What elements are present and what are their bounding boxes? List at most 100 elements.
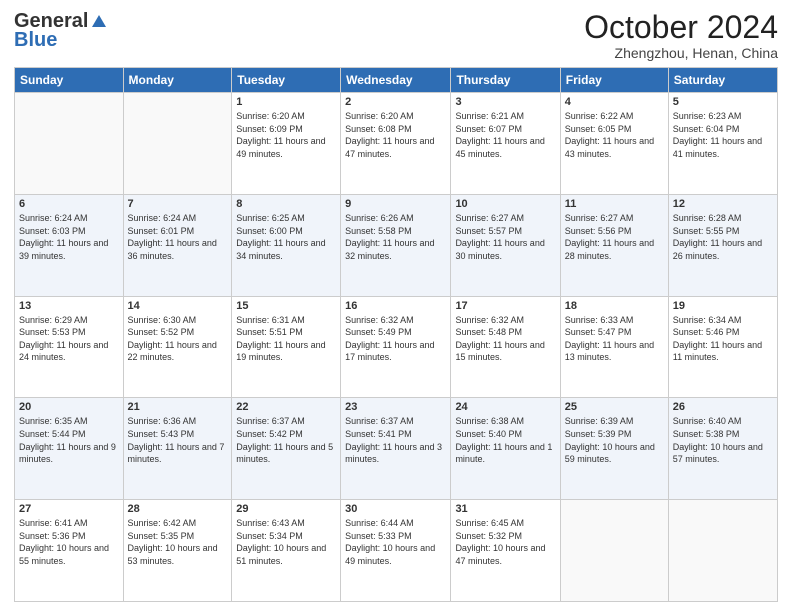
day-number: 11 xyxy=(565,198,664,210)
day-number: 24 xyxy=(455,401,555,413)
day-number: 20 xyxy=(19,401,119,413)
calendar-cell: 23 Sunrise: 6:37 AMSunset: 5:41 PMDayligh… xyxy=(341,398,451,500)
calendar-cell: 7 Sunrise: 6:24 AMSunset: 6:01 PMDaylight… xyxy=(123,194,232,296)
week-row-2: 6 Sunrise: 6:24 AMSunset: 6:03 PMDaylight… xyxy=(15,194,778,296)
day-number: 22 xyxy=(236,401,336,413)
day-number: 6 xyxy=(19,198,119,210)
day-number: 23 xyxy=(345,401,446,413)
day-number: 12 xyxy=(673,198,773,210)
day-info: Sunrise: 6:28 AMSunset: 5:55 PMDaylight:… xyxy=(673,212,773,262)
day-number: 3 xyxy=(455,96,555,108)
page-container: General Blue October 2024 Zhengzhou, Hen… xyxy=(0,0,792,612)
week-row-4: 20Sunrise: 6:35 AMSunset: 5:44 PMDayligh… xyxy=(15,398,778,500)
calendar-cell: 3 Sunrise: 6:21 AMSunset: 6:07 PMDaylight… xyxy=(451,93,560,195)
day-number: 16 xyxy=(345,300,446,312)
day-info: Sunrise: 6:23 AMSunset: 6:04 PMDaylight:… xyxy=(673,110,773,160)
calendar-cell: 25Sunrise: 6:39 AMSunset: 5:39 PMDayligh… xyxy=(560,398,668,500)
calendar-cell: 30 Sunrise: 6:44 AMSunset: 5:33 PMDayligh… xyxy=(341,500,451,602)
day-info: Sunrise: 6:24 AMSunset: 6:01 PMDaylight:… xyxy=(128,212,228,262)
weekday-header-thursday: Thursday xyxy=(451,68,560,93)
day-info: Sunrise: 6:20 AMSunset: 6:08 PMDaylight:… xyxy=(345,110,446,160)
day-info: Sunrise: 6:27 AMSunset: 5:57 PMDaylight:… xyxy=(455,212,555,262)
calendar-cell: 13 Sunrise: 6:29 AMSunset: 5:53 PMDayligh… xyxy=(15,296,124,398)
weekday-header-saturday: Saturday xyxy=(668,68,777,93)
day-info: Sunrise: 6:44 AMSunset: 5:33 PMDaylight:… xyxy=(345,517,446,567)
day-number: 14 xyxy=(128,300,228,312)
day-number: 18 xyxy=(565,300,664,312)
day-info: Sunrise: 6:30 AMSunset: 5:52 PMDaylight:… xyxy=(128,314,228,364)
week-row-5: 27Sunrise: 6:41 AMSunset: 5:36 PMDayligh… xyxy=(15,500,778,602)
week-row-1: 1 Sunrise: 6:20 AMSunset: 6:09 PMDaylight… xyxy=(15,93,778,195)
logo-blue: Blue xyxy=(14,29,57,52)
day-info: Sunrise: 6:32 AMSunset: 5:48 PMDaylight:… xyxy=(455,314,555,364)
calendar-cell: 1 Sunrise: 6:20 AMSunset: 6:09 PMDaylight… xyxy=(232,93,341,195)
calendar-cell: 15Sunrise: 6:31 AMSunset: 5:51 PMDayligh… xyxy=(232,296,341,398)
day-info: Sunrise: 6:36 AMSunset: 5:43 PMDaylight:… xyxy=(128,415,228,465)
weekday-header-sunday: Sunday xyxy=(15,68,124,93)
day-info: Sunrise: 6:32 AMSunset: 5:49 PMDaylight:… xyxy=(345,314,446,364)
day-info: Sunrise: 6:25 AMSunset: 6:00 PMDaylight:… xyxy=(236,212,336,262)
calendar-cell xyxy=(15,93,124,195)
week-row-3: 13 Sunrise: 6:29 AMSunset: 5:53 PMDayligh… xyxy=(15,296,778,398)
calendar-cell xyxy=(560,500,668,602)
calendar-cell: 20Sunrise: 6:35 AMSunset: 5:44 PMDayligh… xyxy=(15,398,124,500)
day-info: Sunrise: 6:21 AMSunset: 6:07 PMDaylight:… xyxy=(455,110,555,160)
calendar-cell: 21 Sunrise: 6:36 AMSunset: 5:43 PMDayligh… xyxy=(123,398,232,500)
calendar-cell xyxy=(668,500,777,602)
day-info: Sunrise: 6:29 AMSunset: 5:53 PMDaylight:… xyxy=(19,314,119,364)
day-info: Sunrise: 6:40 AMSunset: 5:38 PMDaylight:… xyxy=(673,415,773,465)
weekday-header-wednesday: Wednesday xyxy=(341,68,451,93)
day-info: Sunrise: 6:20 AMSunset: 6:09 PMDaylight:… xyxy=(236,110,336,160)
calendar-cell: 17 Sunrise: 6:32 AMSunset: 5:48 PMDayligh… xyxy=(451,296,560,398)
calendar-cell: 12 Sunrise: 6:28 AMSunset: 5:55 PMDayligh… xyxy=(668,194,777,296)
day-info: Sunrise: 6:37 AMSunset: 5:41 PMDaylight:… xyxy=(345,415,446,465)
day-info: Sunrise: 6:42 AMSunset: 5:35 PMDaylight:… xyxy=(128,517,228,567)
weekday-header-tuesday: Tuesday xyxy=(232,68,341,93)
day-number: 21 xyxy=(128,401,228,413)
calendar-cell xyxy=(123,93,232,195)
day-info: Sunrise: 6:37 AMSunset: 5:42 PMDaylight:… xyxy=(236,415,336,465)
day-info: Sunrise: 6:31 AMSunset: 5:51 PMDaylight:… xyxy=(236,314,336,364)
weekday-header-monday: Monday xyxy=(123,68,232,93)
day-number: 13 xyxy=(19,300,119,312)
calendar-cell: 6 Sunrise: 6:24 AMSunset: 6:03 PMDaylight… xyxy=(15,194,124,296)
calendar-cell: 10 Sunrise: 6:27 AMSunset: 5:57 PMDayligh… xyxy=(451,194,560,296)
day-number: 10 xyxy=(455,198,555,210)
day-number: 2 xyxy=(345,96,446,108)
day-number: 5 xyxy=(673,96,773,108)
day-number: 1 xyxy=(236,96,336,108)
day-number: 27 xyxy=(19,503,119,515)
calendar-cell: 22 Sunrise: 6:37 AMSunset: 5:42 PMDayligh… xyxy=(232,398,341,500)
day-number: 28 xyxy=(128,503,228,515)
day-info: Sunrise: 6:22 AMSunset: 6:05 PMDaylight:… xyxy=(565,110,664,160)
title-block: October 2024 Zhengzhou, Henan, China xyxy=(584,10,778,61)
day-info: Sunrise: 6:26 AMSunset: 5:58 PMDaylight:… xyxy=(345,212,446,262)
day-info: Sunrise: 6:33 AMSunset: 5:47 PMDaylight:… xyxy=(565,314,664,364)
header: General Blue October 2024 Zhengzhou, Hen… xyxy=(14,10,778,61)
day-number: 19 xyxy=(673,300,773,312)
calendar-cell: 19Sunrise: 6:34 AMSunset: 5:46 PMDayligh… xyxy=(668,296,777,398)
day-number: 26 xyxy=(673,401,773,413)
location-subtitle: Zhengzhou, Henan, China xyxy=(584,45,778,61)
calendar-cell: 2 Sunrise: 6:20 AMSunset: 6:08 PMDaylight… xyxy=(341,93,451,195)
day-info: Sunrise: 6:39 AMSunset: 5:39 PMDaylight:… xyxy=(565,415,664,465)
day-number: 4 xyxy=(565,96,664,108)
day-number: 30 xyxy=(345,503,446,515)
day-info: Sunrise: 6:38 AMSunset: 5:40 PMDaylight:… xyxy=(455,415,555,465)
calendar-cell: 4 Sunrise: 6:22 AMSunset: 6:05 PMDaylight… xyxy=(560,93,668,195)
calendar-cell: 31Sunrise: 6:45 AMSunset: 5:32 PMDayligh… xyxy=(451,500,560,602)
day-info: Sunrise: 6:24 AMSunset: 6:03 PMDaylight:… xyxy=(19,212,119,262)
calendar-cell: 24 Sunrise: 6:38 AMSunset: 5:40 PMDayligh… xyxy=(451,398,560,500)
calendar-cell: 27Sunrise: 6:41 AMSunset: 5:36 PMDayligh… xyxy=(15,500,124,602)
weekday-header-row: SundayMondayTuesdayWednesdayThursdayFrid… xyxy=(15,68,778,93)
calendar-cell: 11Sunrise: 6:27 AMSunset: 5:56 PMDayligh… xyxy=(560,194,668,296)
day-number: 7 xyxy=(128,198,228,210)
month-title: October 2024 xyxy=(584,10,778,45)
day-number: 8 xyxy=(236,198,336,210)
logo-icon xyxy=(90,13,108,31)
calendar-cell: 18 Sunrise: 6:33 AMSunset: 5:47 PMDayligh… xyxy=(560,296,668,398)
calendar-cell: 16 Sunrise: 6:32 AMSunset: 5:49 PMDayligh… xyxy=(341,296,451,398)
calendar-cell: 8 Sunrise: 6:25 AMSunset: 6:00 PMDaylight… xyxy=(232,194,341,296)
day-number: 29 xyxy=(236,503,336,515)
day-number: 17 xyxy=(455,300,555,312)
